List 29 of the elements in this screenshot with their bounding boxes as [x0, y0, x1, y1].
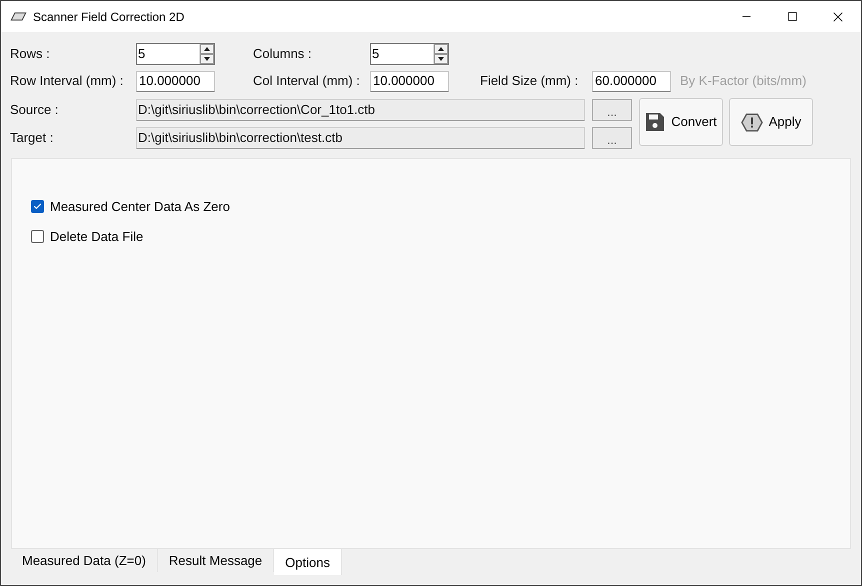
field-label: Columns :	[253, 45, 313, 64]
checkbox[interactable]	[31, 230, 44, 243]
input-field[interactable]: 10.000000	[370, 70, 449, 92]
field-label: Target :	[10, 129, 54, 148]
number-spinner[interactable]: 5	[370, 43, 449, 65]
browse-button[interactable]: ...	[592, 127, 632, 149]
field-label: Rows :	[10, 45, 51, 64]
maximize-icon	[786, 11, 798, 22]
action-button[interactable]: Apply	[729, 98, 813, 146]
field-label: Col Interval (mm) :	[253, 72, 361, 90]
field-label: Source :	[10, 101, 60, 120]
path-field[interactable]: D:\git\siriuslib\bin\correction\test.ctb	[136, 127, 585, 149]
checkbox[interactable]	[31, 200, 44, 214]
window-title: Scanner Field Correction 2D	[33, 8, 184, 26]
k-factor-label: By K-Factor (bits/mm)	[680, 72, 806, 90]
field-label: Field Size (mm) :	[480, 72, 580, 90]
browse-button[interactable]: ...	[592, 99, 632, 121]
field-label: Row Interval (mm) :	[10, 72, 124, 90]
action-button[interactable]: Convert	[639, 98, 723, 146]
checkmark-icon	[33, 202, 42, 212]
path-field[interactable]: D:\git\siriuslib\bin\correction\Cor_1to1.ctb	[136, 99, 585, 121]
checkbox-option[interactable]: Measured Center Data As Zero	[31, 197, 850, 216]
input-field[interactable]: 10.000000	[136, 70, 215, 92]
tab[interactable]: Options	[274, 549, 342, 575]
input-field[interactable]: 60.000000	[592, 70, 671, 92]
warning-icon	[740, 112, 763, 132]
app-icon	[10, 12, 27, 21]
number-spinner[interactable]: 5	[136, 43, 215, 65]
checkbox-option[interactable]: Delete Data File	[31, 226, 850, 246]
